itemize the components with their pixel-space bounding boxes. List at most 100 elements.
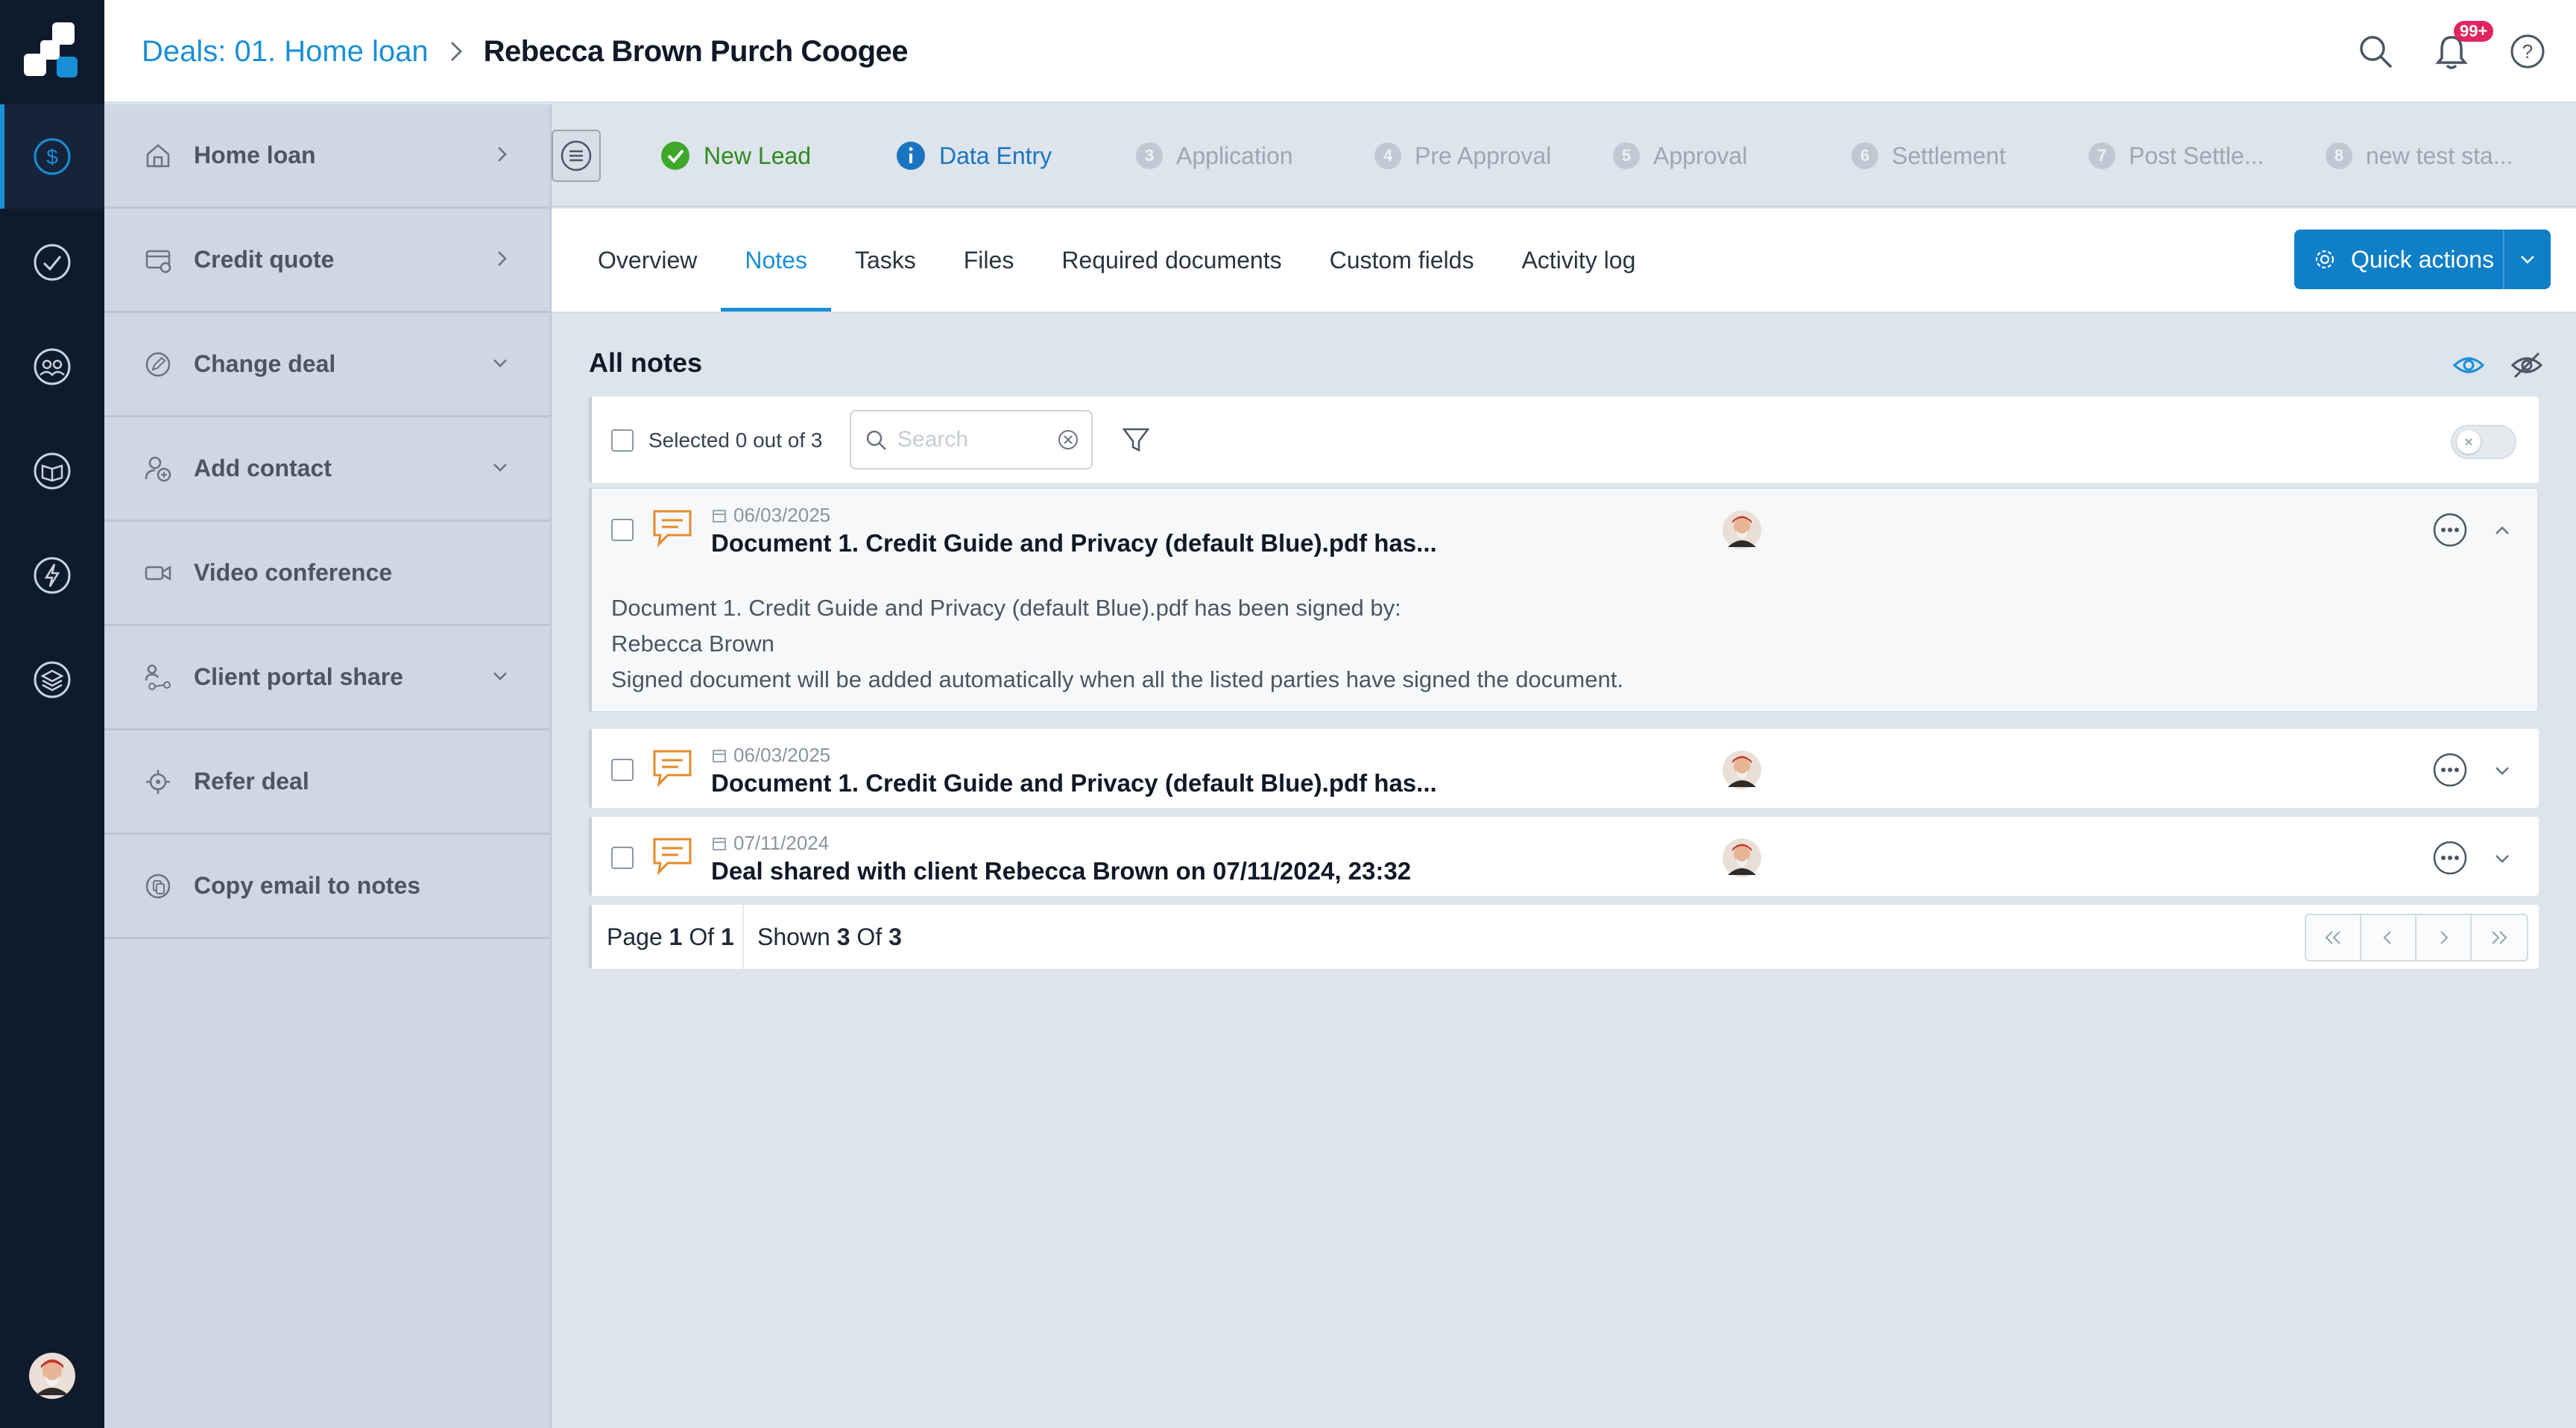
notifications-bell-icon[interactable]: 99+ [2434,21,2494,70]
pager-word: Page [607,923,663,950]
menu-add-contact[interactable]: Add contact [104,417,550,522]
tab-files[interactable]: Files [940,209,1038,312]
deal-side-menu: Home loan Credit quote Change deal Add c… [104,104,552,1428]
tab-activity-log[interactable]: Activity log [1497,209,1659,312]
note-date: 06/03/2025 [733,744,831,766]
stage-label: new test sta... [2366,142,2513,169]
tab-notes[interactable]: Notes [721,209,831,312]
change-deal-icon [142,348,174,381]
close-icon [2465,438,2472,446]
tab-required-documents[interactable]: Required documents [1038,209,1305,312]
notes-search-input[interactable] [897,427,1046,452]
shown-count: 3 [836,923,850,950]
stage-label: Settlement [1892,142,2006,169]
add-contact-icon [142,452,174,485]
chevron-down-icon [2521,256,2534,264]
note-title[interactable]: Deal shared with client Rebecca Brown on… [711,857,1411,885]
menu-video-conference[interactable]: Video conference [104,522,550,626]
rail-library-icon[interactable] [0,419,104,523]
stage-settlement[interactable]: 6 Settlement [1852,104,2006,207]
selected-count-label: Selected 0 out of 3 [648,429,823,452]
stage-number: 7 [2089,142,2115,169]
app-logo[interactable] [19,19,85,85]
breadcrumb-deals-link[interactable]: Deals: 01. Home loan [142,35,429,69]
note-item[interactable]: 07/11/2024 Deal shared with client Rebec… [589,817,2539,896]
note-item[interactable]: 06/03/2025 Document 1. Credit Guide and … [589,729,2539,808]
tab-overview[interactable]: Overview [574,209,721,312]
rail-tasks-icon[interactable] [0,210,104,315]
deal-tabs-bar: Overview Notes Tasks Files Required docu… [552,209,2576,313]
shown-indicator: Shown 3 Of 3 [757,905,902,969]
app-rail: $ [0,0,104,1428]
current-page: 1 [669,923,683,950]
eye-off-icon[interactable] [2510,350,2543,380]
check-circle-icon [660,141,690,171]
stage-new-lead[interactable]: New Lead [660,104,811,207]
stage-new-test[interactable]: 8 new test sta... [2326,104,2513,207]
note-checkbox[interactable] [611,519,634,541]
note-body-line: Document 1. Credit Guide and Privacy (de… [611,595,1401,621]
rail-layers-icon[interactable] [0,628,104,732]
more-options-icon[interactable] [2431,839,2469,876]
note-title[interactable]: Document 1. Credit Guide and Privacy (de… [711,529,1437,557]
next-page-button[interactable] [2416,915,2472,960]
previous-page-button[interactable] [2361,915,2416,960]
tab-tasks[interactable]: Tasks [831,209,940,312]
notes-search-field [850,410,1093,470]
first-page-button[interactable] [2306,915,2361,960]
notes-view-toggle[interactable] [2451,425,2516,459]
menu-refer-deal[interactable]: Refer deal [104,730,550,835]
note-checkbox[interactable] [611,847,634,869]
chevron-down-icon[interactable] [2491,763,2513,778]
comment-icon [651,747,693,789]
select-all-checkbox[interactable] [611,429,634,452]
menu-label: Add contact [194,455,332,481]
user-avatar[interactable] [28,1352,76,1400]
stage-pre-approval[interactable]: 4 Pre Approval [1374,104,1551,207]
quick-actions-button[interactable]: Quick actions [2294,230,2551,289]
rail-deals-icon[interactable]: $ [0,104,104,209]
menu-change-deal[interactable]: Change deal [104,313,550,417]
quick-actions-dropdown-button[interactable] [2503,230,2551,289]
eye-icon[interactable] [2452,350,2485,380]
chevron-down-icon [489,350,511,376]
tab-custom-fields[interactable]: Custom fields [1306,209,1498,312]
share-icon [142,661,174,694]
help-icon[interactable]: ? [2509,33,2546,70]
filter-icon[interactable] [1121,425,1151,455]
calendar-icon [713,837,726,850]
menu-copy-email-to-notes[interactable]: Copy email to notes [104,835,550,939]
last-page-button[interactable] [2472,915,2527,960]
more-options-icon[interactable] [2431,751,2469,789]
stage-post-settlement[interactable]: 7 Post Settle... [2089,104,2264,207]
search-icon[interactable] [2357,33,2394,70]
note-item[interactable]: 06/03/2025 Document 1. Credit Guide and … [589,487,2539,713]
stage-approval[interactable]: 5 Approval [1613,104,1747,207]
svg-text:$: $ [46,145,58,168]
menu-label: Client portal share [194,663,403,690]
chevron-left-icon [2383,931,2391,944]
refer-icon [142,765,174,798]
menu-client-portal-share[interactable]: Client portal share [104,626,550,730]
stage-application[interactable]: 3 Application [1136,104,1293,207]
more-options-icon[interactable] [2431,511,2469,549]
note-body-line: Signed document will be added automatica… [611,666,1623,692]
stage-data-entry[interactable]: Data Entry [896,104,1052,207]
stage-label: Pre Approval [1415,142,1552,169]
quick-actions-label: Quick actions [2351,245,2495,273]
note-title[interactable]: Document 1. Credit Guide and Privacy (de… [711,769,1437,797]
clear-search-icon[interactable] [1057,429,1079,451]
comment-icon [651,835,693,876]
menu-label: Video conference [194,559,393,586]
rail-contacts-icon[interactable] [0,315,104,419]
menu-credit-quote[interactable]: Credit quote [104,209,550,313]
page-indicator: Page 1 Of 1 [607,905,734,969]
rail-automation-icon[interactable] [0,523,104,628]
stage-menu-toggle-button[interactable] [552,130,601,182]
note-checkbox[interactable] [611,759,634,781]
menu-home-loan[interactable]: Home loan [104,104,550,209]
calendar-icon [713,509,726,522]
gear-icon [2314,248,2336,271]
chevron-down-icon[interactable] [2491,851,2513,866]
chevron-up-icon[interactable] [2491,523,2513,538]
